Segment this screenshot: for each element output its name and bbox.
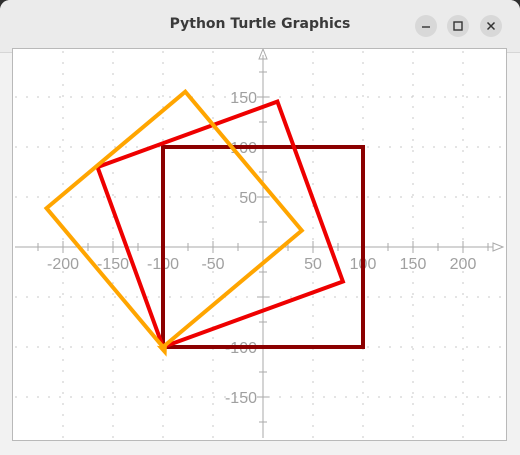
drawn-shapes [43, 88, 365, 350]
maximize-icon [453, 21, 463, 31]
drawing-area: -200 -150 -100 -50 50 100 150 20015010050-100-1… [15, 49, 505, 438]
x-axis-arrow-icon [492, 242, 505, 252]
window-title: Python Turtle Graphics [169, 16, 351, 32]
close-icon [486, 21, 496, 31]
maximize-button[interactable] [447, 15, 469, 37]
window-bottom-edge [0, 441, 520, 455]
x-tick-label: -50 [201, 256, 224, 273]
turtle-window: Python Turtle Graphics -200 -150 -100 -5… [0, 0, 520, 455]
x-tick-label: 50 [304, 256, 322, 273]
title-bar[interactable]: Python Turtle Graphics [0, 0, 520, 53]
x-tick-label: -150 [97, 256, 129, 273]
minimize-icon [422, 26, 430, 28]
turtle-canvas[interactable]: -200 -150 -100 -50 50 100 150 200 150 100 50 -100 -1… [12, 48, 507, 441]
axis-labels: -200 -150 -100 -50 50 100 150 20015010050-100-1… [47, 90, 476, 407]
x-tick-label: 150 [400, 256, 427, 273]
minimize-button[interactable] [415, 15, 437, 37]
x-tick-label: 200 [450, 256, 477, 273]
x-tick-label: -200 [47, 256, 79, 273]
y-tick-label: 150 [230, 90, 257, 107]
y-tick-label: 50 [239, 190, 257, 207]
y-tick-label: -150 [225, 390, 257, 407]
close-button[interactable] [480, 15, 502, 37]
